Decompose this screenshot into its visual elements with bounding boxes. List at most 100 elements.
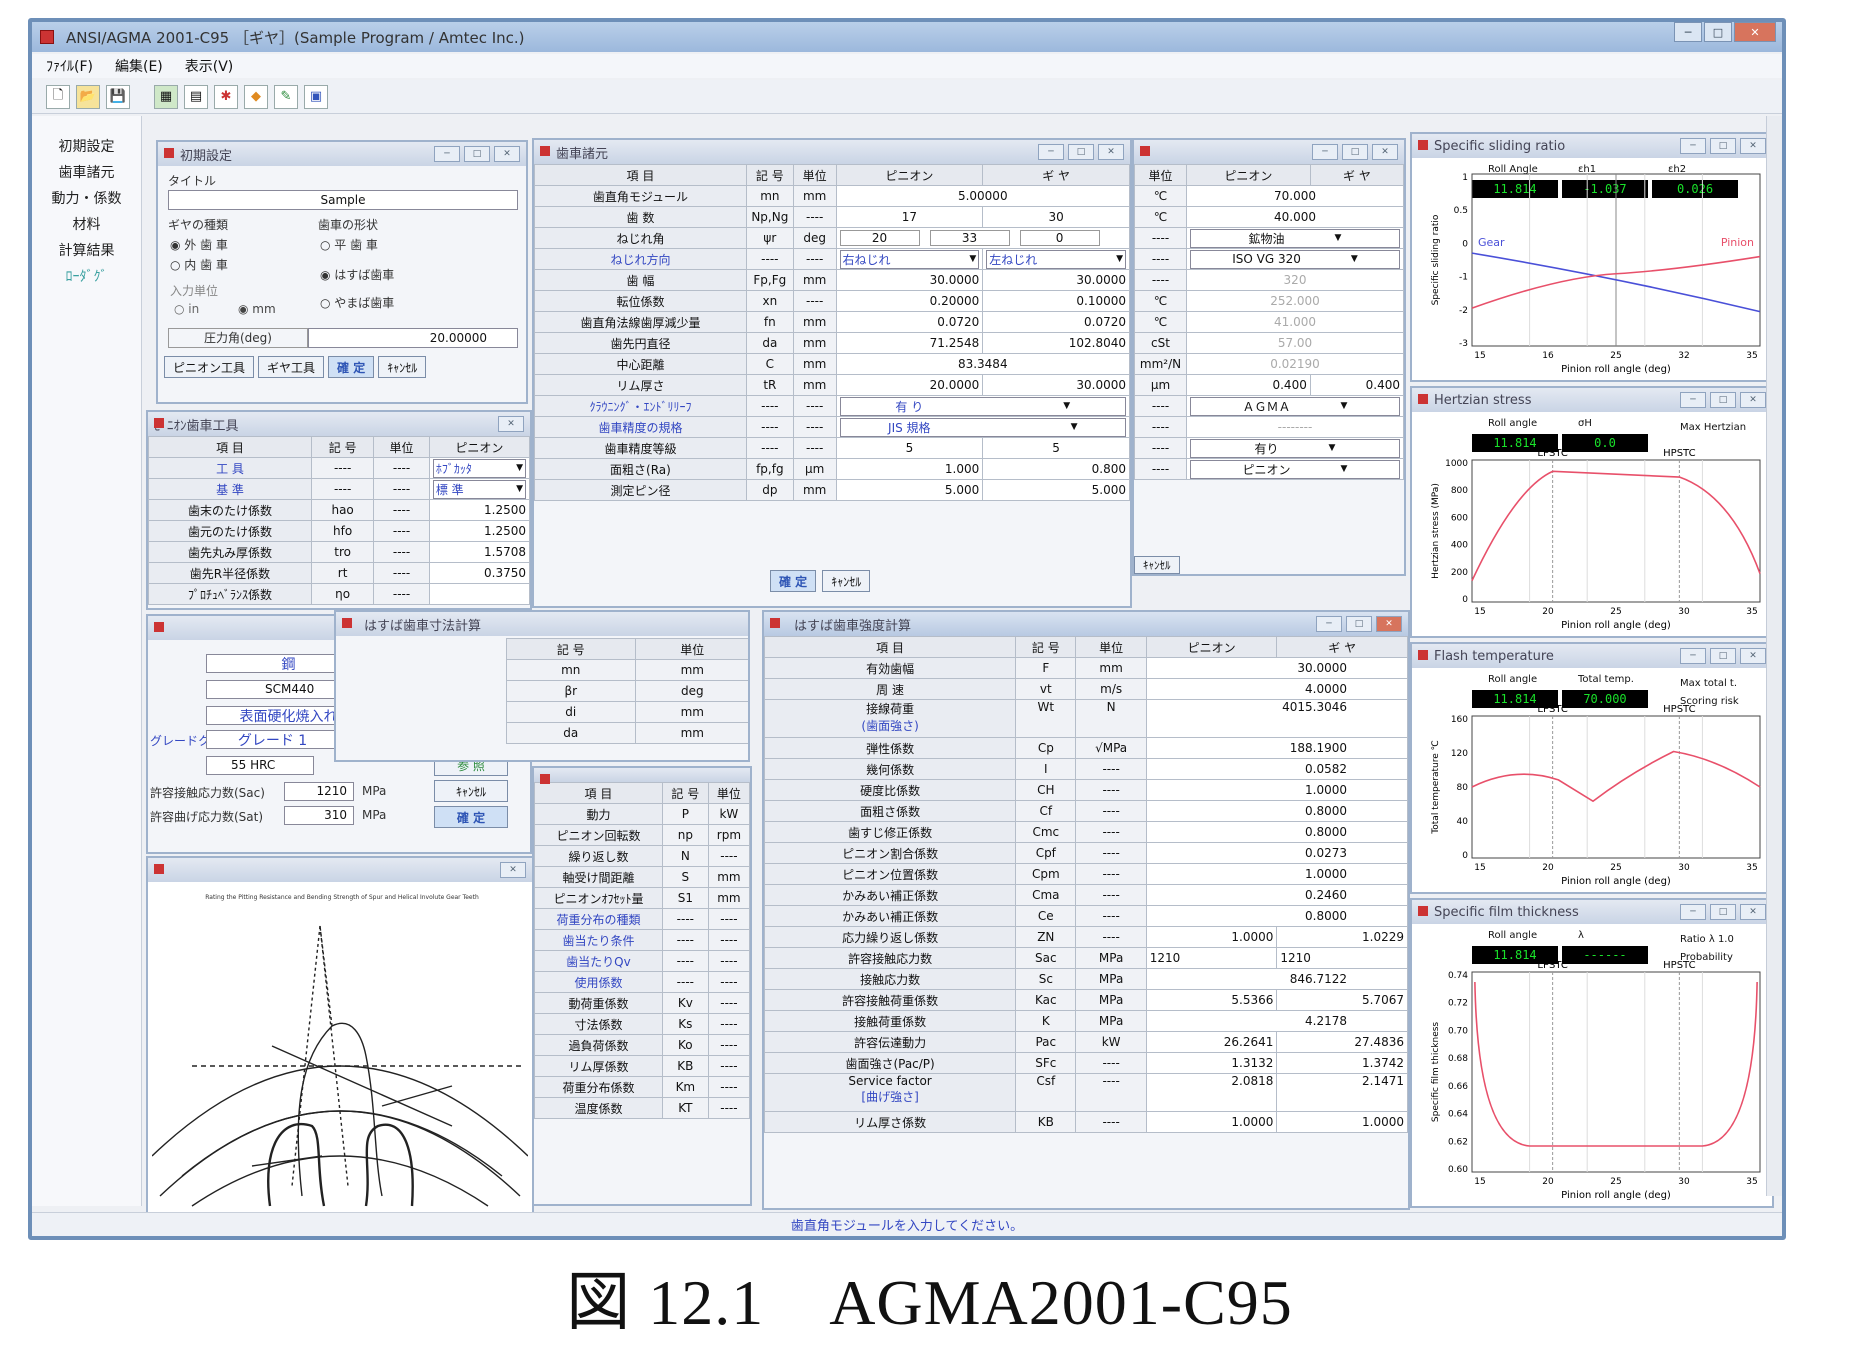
close-button[interactable]: ✕ [1734, 22, 1776, 42]
pinion-value[interactable]: 17 [835, 206, 984, 228]
pinion-value[interactable]: 0.20000 [835, 290, 984, 312]
gear-value[interactable]: 30.0000 [982, 374, 1130, 396]
gear-value[interactable]: 30 [982, 206, 1130, 228]
nav-initial[interactable]: 初期設定 [32, 134, 141, 160]
min-icon[interactable]: ─ [434, 146, 460, 162]
pinion-value[interactable]: 5.000 [835, 479, 984, 501]
new-file-icon[interactable]: 🗋 [46, 84, 70, 109]
title-input[interactable]: Sample [168, 190, 518, 210]
hardness-input[interactable]: 55 HRC [206, 756, 314, 775]
helix-angle-part[interactable]: 33 [929, 230, 1010, 246]
unit-in-radio[interactable]: ○ in [174, 302, 199, 316]
operating-cancel-button[interactable]: ｷｬﾝｾﾙ [1134, 556, 1180, 574]
shared-value[interactable]: 5.00000 [835, 185, 1130, 207]
cancel-button[interactable]: ｷｬﾝｾﾙ [378, 356, 427, 378]
pinion-value[interactable]: 5 [835, 437, 984, 459]
gear-value[interactable]: 30.0000 [982, 269, 1130, 291]
sat-input[interactable]: 310 [284, 806, 354, 825]
pinion-value[interactable]: 0.0720 [835, 311, 984, 333]
shared-value[interactable]: ＡＧＭＡ [1186, 395, 1404, 417]
helix-angle-part[interactable]: 20 [839, 230, 920, 246]
close-icon[interactable]: ✕ [498, 416, 524, 432]
menu-view[interactable]: 表示(V) [185, 56, 234, 76]
max-icon[interactable]: □ [1342, 144, 1368, 160]
shared-value[interactable]: JIS 規格 [835, 416, 1130, 438]
herringbone-gear-radio[interactable]: ○ やまば歯車 [320, 294, 394, 311]
min-icon[interactable]: ─ [1312, 144, 1338, 160]
pinion-value[interactable]: 1.2500 [428, 520, 530, 542]
nav-results[interactable]: 計算結果 [32, 238, 141, 264]
spec-confirm-button[interactable]: 確 定 [770, 570, 817, 592]
value-select[interactable]: ピニオン [1190, 459, 1400, 479]
pinion-value[interactable]: 0.400 [1186, 374, 1311, 396]
open-folder-icon[interactable]: 📂 [76, 84, 100, 109]
pinion-value[interactable]: 1.000 [835, 458, 984, 480]
shared-value[interactable]: 57.00 [1186, 332, 1404, 354]
pinion-value[interactable]: 1.2500 [428, 499, 530, 521]
unit-mm-radio[interactable]: ◉ mm [238, 302, 276, 316]
close-icon[interactable]: ✕ [1372, 144, 1398, 160]
gear-tool-button[interactable]: ギヤ工具 [258, 356, 325, 378]
gear-value[interactable]: 5 [982, 437, 1130, 459]
confirm-button[interactable]: 確 定 [328, 356, 375, 378]
gear-kind-internal-radio[interactable]: ○ 内 歯 車 [170, 256, 228, 273]
gear-value[interactable]: 0.0720 [982, 311, 1130, 333]
nav-loading[interactable]: ﾛｰﾀﾞｸﾞ [32, 264, 141, 290]
pinion-tool-button[interactable]: ピニオン工具 [164, 356, 255, 378]
helix-angle-part[interactable]: 0 [1019, 230, 1100, 246]
pinion-value[interactable]: ﾎﾌﾞｶｯﾀ [428, 457, 530, 479]
gear-value[interactable]: 5.000 [982, 479, 1130, 501]
gear-icon[interactable]: ✱ [214, 84, 238, 109]
material-cancel-button[interactable]: ｷｬﾝｾﾙ [434, 780, 508, 802]
close-icon[interactable]: ✕ [494, 146, 520, 162]
gear-value[interactable]: 0.10000 [982, 290, 1130, 312]
shared-value[interactable]: 70.000 [1186, 185, 1404, 207]
pinion-value[interactable]: 標 準 [428, 478, 530, 500]
value-select[interactable]: 有り [1190, 438, 1400, 458]
spec-cancel-button[interactable]: ｷｬﾝｾﾙ [822, 570, 871, 592]
maximize-button[interactable]: □ [1704, 22, 1732, 42]
nav-gear-spec[interactable]: 歯車諸元 [32, 160, 141, 186]
pinion-value[interactable]: 20.0000 [835, 374, 984, 396]
pinion-value[interactable]: 0.3750 [428, 562, 530, 584]
chart-icon[interactable]: ▤ [184, 84, 208, 109]
shared-value[interactable]: ISO VG 320 [1186, 248, 1404, 270]
helix-angle-input[interactable]: 20 33 0 [835, 227, 1130, 249]
min-icon[interactable]: ─ [1038, 144, 1064, 160]
nav-material[interactable]: 材料 [32, 212, 141, 238]
value-select[interactable]: ﾎﾌﾞｶｯﾀ [432, 458, 526, 478]
pinion-value[interactable]: 30.0000 [835, 269, 984, 291]
close-icon[interactable]: ✕ [500, 862, 526, 878]
spreadsheet-icon[interactable]: ▦ [154, 84, 178, 109]
value-select[interactable]: 左ねじれ [986, 249, 1126, 269]
gear-value[interactable]: 102.8040 [982, 332, 1130, 354]
shared-value[interactable]: 83.3484 [835, 353, 1130, 375]
menu-file[interactable]: ﾌｧｲﾙ(F) [46, 56, 93, 76]
sac-input[interactable]: 1210 [284, 782, 354, 801]
pressure-angle-input[interactable]: 20.00000 [308, 328, 518, 348]
close-icon[interactable]: ✕ [1098, 144, 1124, 160]
pinion-value[interactable]: 右ねじれ [835, 248, 984, 270]
max-icon[interactable]: □ [1068, 144, 1094, 160]
shared-value[interactable]: ピニオン [1186, 458, 1404, 480]
value-select[interactable]: 鉱物油 [1190, 228, 1400, 248]
value-select[interactable]: ISO VG 320 [1190, 249, 1400, 269]
window-icon[interactable]: ▣ [304, 84, 328, 109]
gear-value[interactable]: 左ねじれ [982, 248, 1130, 270]
value-select[interactable]: 右ねじれ [839, 249, 980, 269]
shared-value[interactable]: 252.000 [1186, 290, 1404, 312]
max-icon[interactable]: □ [464, 146, 490, 162]
tool-icon[interactable]: ◆ [244, 84, 268, 109]
pinion-value[interactable]: 71.2548 [835, 332, 984, 354]
shared-value[interactable]: 鉱物油 [1186, 227, 1404, 249]
material-confirm-button[interactable]: 確 定 [434, 806, 508, 828]
max-icon[interactable]: □ [1346, 616, 1372, 632]
shared-value[interactable]: 320 [1186, 269, 1404, 291]
menu-edit[interactable]: 編集(E) [115, 56, 163, 76]
shared-value[interactable]: 41.000 [1186, 311, 1404, 333]
close-icon[interactable]: ✕ [1376, 616, 1402, 632]
value-select[interactable]: ＡＧＭＡ [1190, 396, 1400, 416]
helical-gear-radio[interactable]: ◉ はすば歯車 [320, 266, 394, 283]
shared-value[interactable]: 40.000 [1186, 206, 1404, 228]
vertical-scrollbar[interactable] [1766, 116, 1782, 1196]
